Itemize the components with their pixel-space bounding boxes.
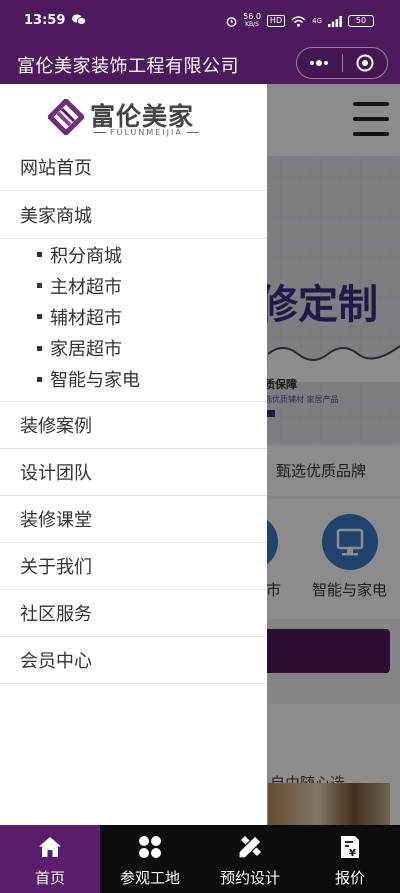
- menu-item-mall[interactable]: 美家商城: [0, 191, 267, 238]
- bullet: [37, 252, 42, 258]
- submenu-item-label: 辅材超市: [50, 307, 122, 329]
- battery-indicator: 50: [348, 15, 374, 27]
- submenu-item-auxiliary-materials[interactable]: 辅材超市: [37, 301, 267, 332]
- menu-item-label: 装修案例: [20, 415, 92, 437]
- submenu-item-smart-appliances[interactable]: 智能与家电: [37, 364, 267, 395]
- more-button[interactable]: [297, 48, 342, 78]
- close-button[interactable]: [343, 48, 388, 78]
- tab-label: 预约设计: [219, 869, 280, 887]
- submenu-item-label: 家居超市: [50, 339, 122, 361]
- menu-item-cases[interactable]: 装修案例: [0, 402, 267, 449]
- tab-site-visit[interactable]: 参观工地: [100, 825, 200, 893]
- speed-value: 56.0: [243, 12, 261, 21]
- submenu-item-main-materials[interactable]: 主材超市: [37, 270, 267, 301]
- menu-item-label: 网站首页: [20, 158, 92, 179]
- brand-logo: 富伦美家 FULUNMEIJIA: [48, 97, 218, 141]
- network-speed: 56.0 KB/S: [243, 13, 261, 29]
- menu-item-label: 会员中心: [20, 650, 92, 672]
- tab-label: 首页: [34, 869, 65, 887]
- menu-item-design-team[interactable]: 设计团队: [0, 449, 267, 496]
- tab-label: 参观工地: [119, 869, 180, 887]
- submenu-item-home-furnishing[interactable]: 家居超市: [37, 333, 267, 364]
- menu-item-label: 装修课堂: [20, 509, 92, 531]
- mini-program-capsule: [296, 47, 388, 79]
- menu-item-label: 社区服务: [20, 603, 92, 625]
- bullet: [37, 283, 42, 289]
- more-dots-icon: [310, 60, 329, 66]
- drawer-menu: 网站首页 美家商城 积分商城 主材超市 辅材超市 家居超市 智能与家电 装修案例…: [0, 144, 267, 684]
- speed-unit: KB/S: [245, 21, 259, 28]
- menu-item-label: 美家商城: [20, 205, 92, 227]
- mini-program-close-icon: [356, 54, 374, 72]
- menu-item-classroom[interactable]: 装修课堂: [0, 496, 267, 543]
- network-type: 4G: [312, 17, 322, 25]
- wechat-icon: [72, 14, 86, 25]
- app-title-bar: 富伦美家装饰工程有限公司: [0, 44, 400, 84]
- brand-logo-icon: [48, 99, 84, 135]
- design-tools-icon: [238, 835, 262, 859]
- page-title: 富伦美家装饰工程有限公司: [17, 56, 239, 77]
- wifi-icon: [291, 15, 306, 27]
- status-time: 13:59: [24, 13, 66, 28]
- menu-item-community[interactable]: 社区服务: [0, 590, 267, 637]
- logo-subtext: FULUNMEIJIA: [90, 128, 203, 137]
- submenu-item-label: 积分商城: [50, 245, 122, 267]
- menu-item-about[interactable]: 关于我们: [0, 543, 267, 590]
- bottom-tab-bar: 首页 参观工地 预约设计 ¥ 报价: [0, 825, 400, 893]
- tab-label: 报价: [334, 869, 365, 887]
- tab-home[interactable]: 首页: [0, 825, 100, 893]
- menu-item-label: 设计团队: [20, 462, 92, 484]
- menu-item-member-center[interactable]: 会员中心: [0, 637, 267, 684]
- submenu-item-label: 主材超市: [50, 276, 122, 298]
- quote-document-icon: ¥: [341, 836, 359, 859]
- alarm-icon: [226, 16, 237, 27]
- menu-item-label: 关于我们: [20, 556, 92, 578]
- grid-dots-icon: [139, 836, 161, 858]
- bullet: [37, 345, 42, 351]
- submenu-item-points-mall[interactable]: 积分商城: [37, 239, 267, 270]
- svg-text:¥: ¥: [349, 848, 356, 859]
- tab-quote[interactable]: ¥ 报价: [300, 825, 400, 893]
- bullet: [37, 376, 42, 382]
- menu-item-home[interactable]: 网站首页: [0, 144, 267, 191]
- side-drawer: 富伦美家 FULUNMEIJIA 网站首页 美家商城 积分商城 主材超市 辅材超…: [0, 84, 267, 825]
- tab-book-design[interactable]: 预约设计: [200, 825, 300, 893]
- home-icon: [39, 837, 61, 857]
- bullet: [37, 314, 42, 320]
- status-bar: 13:59 56.0 KB/S HD 4G 50: [0, 0, 400, 44]
- mall-submenu: 积分商城 主材超市 辅材超市 家居超市 智能与家电: [0, 238, 267, 402]
- signal-icon: [328, 15, 342, 27]
- submenu-item-label: 智能与家电: [50, 370, 140, 392]
- hd-badge: HD: [266, 15, 286, 27]
